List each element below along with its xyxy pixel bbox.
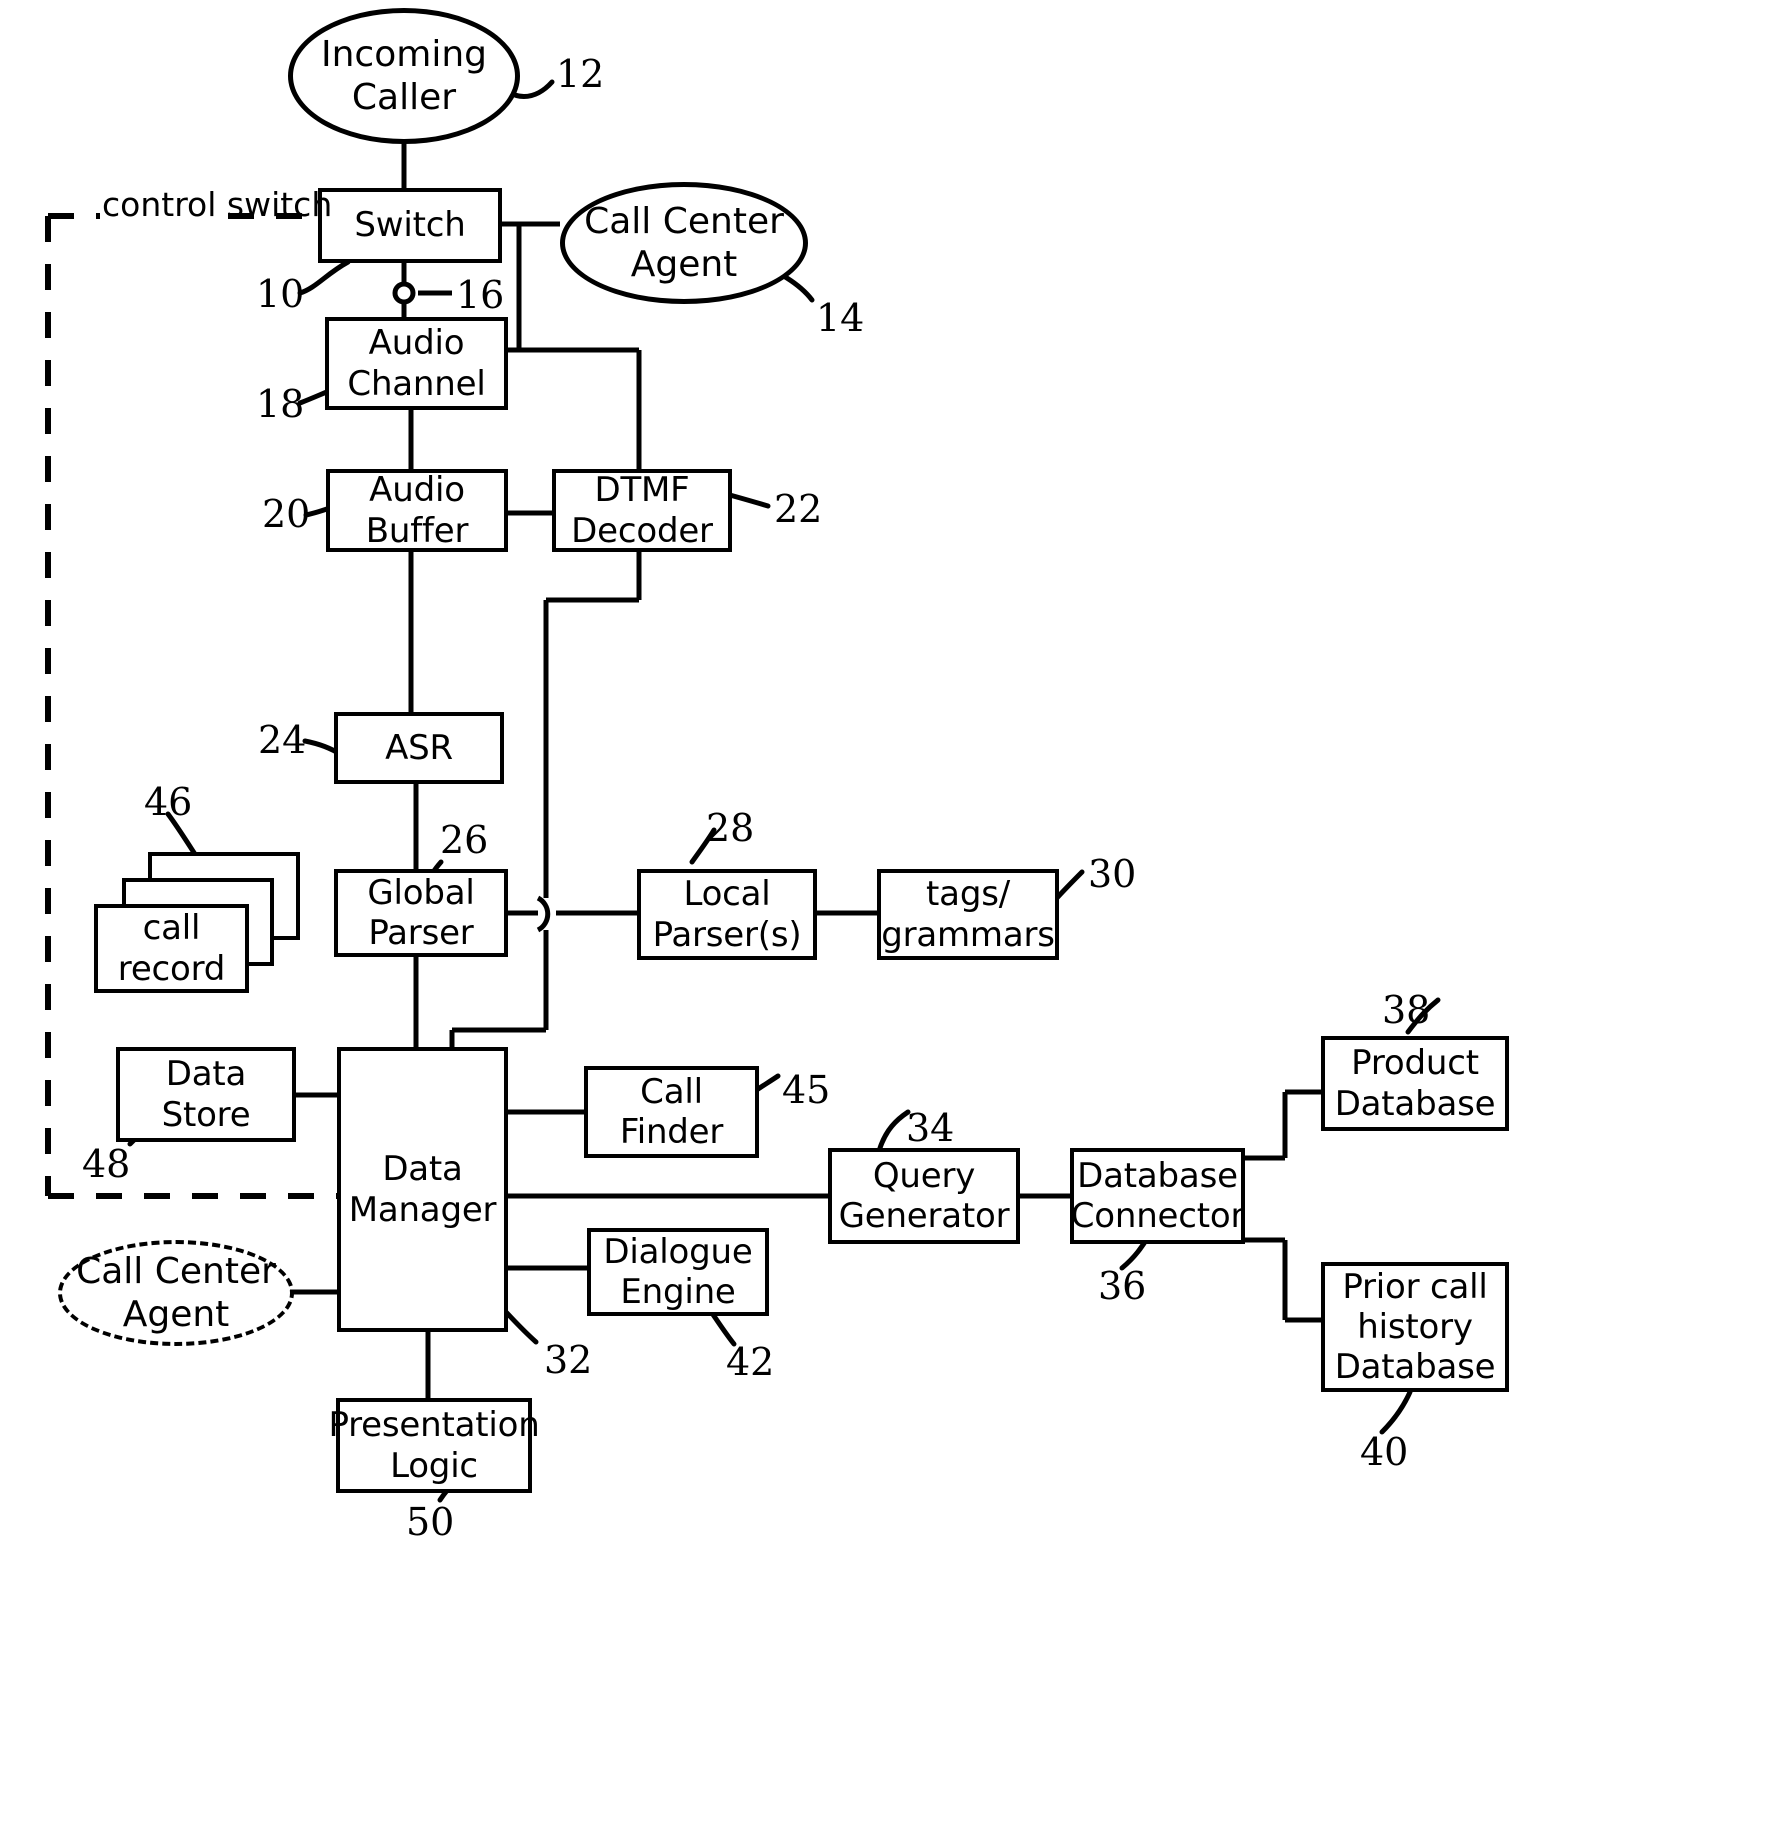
boundary-label-line1: control [102, 185, 217, 224]
presentation-logic-node[interactable]: Presentation Logic [328, 1398, 540, 1493]
tags-grammars-node[interactable]: tags/ grammars [877, 869, 1059, 960]
ref-34: 34 [906, 1106, 955, 1150]
data-manager-line1: Data [382, 1149, 463, 1190]
ref-26: 26 [440, 818, 489, 862]
dtmf-line1: DTMF [594, 470, 690, 511]
ref-30: 30 [1088, 852, 1137, 896]
data-store-node[interactable]: Data Store [116, 1047, 296, 1142]
ref-22: 22 [774, 487, 823, 531]
global-parser-line2: Parser [368, 913, 474, 953]
ref-16: 16 [456, 273, 505, 317]
audio-tap-junction [392, 281, 416, 305]
database-connector-line1: Database [1077, 1155, 1238, 1196]
ref-18: 18 [256, 382, 305, 426]
product-database-node[interactable]: Product Database [1321, 1036, 1509, 1131]
incoming-caller-line2: Caller [351, 77, 457, 118]
incoming-caller-node[interactable]: Incoming Caller [288, 8, 520, 144]
local-parsers-line2: Parser(s) [652, 914, 802, 955]
dialogue-engine-node[interactable]: Dialogue Engine [587, 1228, 769, 1316]
boundary-label-line2: switch [226, 185, 333, 224]
switch-label: Switch [354, 205, 466, 246]
switch-node[interactable]: Switch [318, 188, 502, 263]
ref-42: 42 [726, 1340, 775, 1384]
dialogue-engine-line1: Dialogue [603, 1231, 753, 1272]
ref-24: 24 [258, 718, 307, 762]
call-center-agent-bottom-node[interactable]: Call Center Agent [58, 1240, 294, 1346]
ref-32: 32 [544, 1338, 593, 1382]
audio-buffer-line1: Audio [369, 470, 465, 511]
audio-channel-line1: Audio [368, 323, 465, 364]
asr-label: ASR [385, 727, 453, 768]
asr-node[interactable]: ASR [334, 712, 504, 784]
ref-28: 28 [706, 806, 755, 850]
prior-call-history-database-node[interactable]: Prior call history Database [1321, 1262, 1509, 1392]
query-generator-node[interactable]: Query Generator [828, 1148, 1020, 1244]
control-switch-boundary-label: control switch [102, 185, 332, 224]
presentation-logic-line1: Presentation [328, 1405, 540, 1446]
audio-channel-node[interactable]: Audio Channel [325, 317, 508, 410]
ref-14: 14 [816, 296, 865, 340]
data-manager-node[interactable]: Data Manager [337, 1047, 508, 1332]
ref-45: 45 [782, 1068, 831, 1112]
agent-bottom-line2: Agent [122, 1294, 230, 1335]
dtmf-line2: Decoder [571, 510, 713, 551]
ref-48: 48 [82, 1142, 131, 1186]
audio-channel-line2: Channel [347, 363, 486, 404]
data-store-line1: Data [165, 1054, 247, 1095]
ref-50: 50 [406, 1500, 455, 1544]
agent-bottom-line1: Call Center [76, 1250, 276, 1292]
global-parser-node[interactable]: Global Parser [334, 869, 508, 957]
incoming-caller-line1: Incoming [321, 33, 487, 75]
call-finder-node[interactable]: Call Finder [584, 1066, 759, 1158]
tags-line2: grammars [881, 914, 1055, 955]
database-connector-node[interactable]: Database Connector [1070, 1148, 1245, 1244]
ref-12: 12 [556, 52, 605, 96]
product-database-line1: Product [1351, 1043, 1479, 1084]
agent-top-line1: Call Center [584, 200, 784, 242]
product-database-line2: Database [1334, 1083, 1496, 1124]
ref-20: 20 [262, 492, 311, 536]
call-center-agent-top-node[interactable]: Call Center Agent [560, 182, 808, 304]
ref-38: 38 [1382, 988, 1431, 1032]
query-generator-line2: Generator [838, 1196, 1010, 1236]
data-store-line2: Store [161, 1094, 251, 1135]
call-record-line2: record [117, 948, 226, 989]
data-manager-line2: Manager [348, 1189, 497, 1230]
ref-46: 46 [144, 780, 193, 824]
database-connector-line2: Connector [1070, 1196, 1245, 1236]
call-record-node[interactable]: call record [94, 904, 249, 993]
tags-line1: tags/ [926, 874, 1010, 915]
dialogue-engine-line2: Engine [620, 1272, 736, 1312]
local-parsers-line1: Local [683, 874, 771, 915]
ref-10: 10 [256, 272, 305, 316]
call-finder-line2: Finder [619, 1112, 724, 1152]
audio-buffer-node[interactable]: Audio Buffer [326, 469, 508, 552]
query-generator-line1: Query [872, 1155, 976, 1196]
prior-db-line1: Prior call [1342, 1266, 1488, 1307]
global-parser-line1: Global [367, 872, 475, 913]
presentation-logic-line2: Logic [390, 1445, 478, 1486]
prior-db-line3: Database [1334, 1347, 1496, 1388]
call-finder-line1: Call [640, 1071, 703, 1112]
ref-36: 36 [1098, 1264, 1147, 1308]
agent-top-line2: Agent [630, 244, 738, 285]
dtmf-decoder-node[interactable]: DTMF Decoder [552, 469, 732, 552]
prior-db-line2: history [1357, 1306, 1473, 1347]
local-parsers-node[interactable]: Local Parser(s) [637, 869, 817, 960]
patent-figure-canvas: Incoming Caller 12 Switch 10 Call Center… [0, 0, 1785, 1823]
audio-buffer-line2: Buffer [365, 510, 469, 551]
ref-40: 40 [1360, 1430, 1409, 1474]
call-record-line1: call [142, 908, 201, 949]
